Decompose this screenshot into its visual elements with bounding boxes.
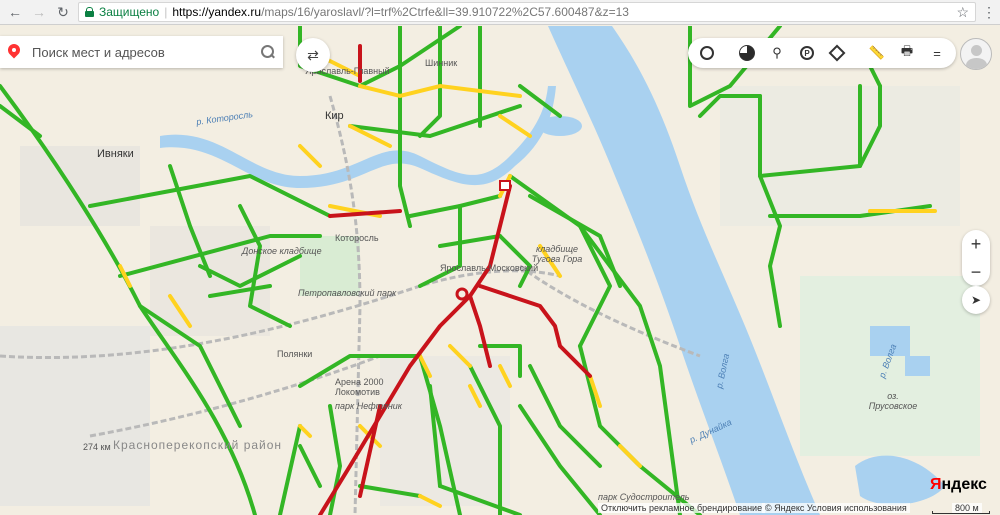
browser-toolbar: ← → ↻ Защищено | https://yandex.ru/maps/… [0, 0, 1000, 25]
urban-block [380, 356, 510, 506]
park-area [300, 236, 360, 296]
panorama-icon[interactable]: ⚲ [762, 38, 792, 68]
label-arena: Арена 2000 Локомотив [335, 377, 384, 397]
pond [905, 356, 930, 376]
map-footer: Отключить рекламное брендирование © Янде… [0, 502, 1000, 515]
menu-label: = [933, 45, 941, 61]
incident-icon [499, 180, 511, 191]
label-park-sudostroitel: парк Судостроитель [598, 492, 690, 502]
label-kotorosl-station: Которосль [335, 233, 379, 243]
address-bar[interactable]: Защищено | https://yandex.ru/maps/16/yar… [78, 2, 976, 22]
user-avatar[interactable] [960, 38, 992, 70]
bookmark-star-icon[interactable]: ☆ [956, 4, 969, 21]
clock-icon[interactable] [692, 38, 722, 68]
label-yaroslavl-moskovsky: Ярославль-Московский [440, 263, 539, 273]
search-input[interactable] [32, 44, 261, 60]
zoom-out-button[interactable]: − [971, 262, 982, 283]
search-box [0, 36, 283, 68]
forward-arrow-icon[interactable]: → [30, 3, 48, 21]
clock-face [700, 46, 714, 60]
url-separator: | [164, 5, 168, 19]
label-cemetery-tugova-gora: кладбище Тугова Гора [531, 244, 583, 264]
yandex-logo: Яндекс [930, 476, 987, 494]
ruler-icon[interactable]: 📏 [862, 38, 892, 68]
locate-button[interactable]: ➤ [962, 286, 990, 314]
scale-bar [932, 511, 990, 514]
label-petropavlovsky-park: Петропавловский парк [298, 288, 397, 298]
label-krasnoperekopsky: Красноперекопский район [113, 438, 283, 452]
ads-toggle-link[interactable]: Отключить рекламное брендирование [598, 503, 766, 513]
parking-icon[interactable]: P [792, 38, 822, 68]
print-icon[interactable]: 🖶 [892, 38, 922, 68]
traffic-layer-glyph [739, 45, 755, 61]
search-icon[interactable] [261, 45, 275, 59]
copyright-link[interactable]: © Яндекс Условия использования [762, 503, 910, 513]
url-path: /maps/16/yaroslavl/?l=trf%2Ctrfe&ll=39.9… [261, 5, 629, 19]
browser-menu-icon[interactable]: ⋮ [982, 5, 996, 19]
lock-icon [85, 7, 94, 17]
yandex-logo-rest: ндекс [941, 476, 987, 493]
lake [538, 116, 582, 136]
zoom-in-button[interactable]: + [971, 234, 982, 255]
zoom-control: + − [962, 230, 990, 286]
map-canvas[interactable]: Ивняки Шинник Кир Ярославль-Главный р. К… [0, 26, 1000, 515]
url-host: https://yandex.ru [172, 5, 262, 19]
locate-arrow-icon: ➤ [970, 293, 982, 307]
layers-glyph [828, 44, 846, 62]
yandex-logo-ya: Я [930, 476, 942, 493]
parking-label: P [800, 46, 814, 60]
label-ivnyaki: Ивняки [97, 148, 134, 160]
label-kirov: Кир [325, 110, 344, 122]
label-shinnik: Шинник [425, 58, 458, 68]
reload-icon[interactable]: ↻ [54, 3, 72, 21]
label-274-km: 274 км [83, 442, 111, 452]
menu-icon[interactable]: = [922, 38, 952, 68]
layers-icon[interactable] [822, 38, 852, 68]
url-text[interactable]: https://yandex.ru/maps/16/yaroslavl/?l=t… [172, 5, 629, 19]
back-arrow-icon[interactable]: ← [6, 3, 24, 21]
label-prusovskoe: оз. Прусовское [868, 391, 918, 411]
route-button[interactable]: ⇄ [296, 38, 330, 72]
map-toolbar: ⚲ P 📏 🖶 = [688, 38, 956, 68]
label-cemetery-donskoe: Донское кладбище [242, 246, 322, 256]
location-pin-icon [8, 44, 20, 60]
label-park-neftyanik: парк Нефтяник [335, 401, 403, 411]
label-polyanki: Полянки [277, 349, 313, 359]
route-icon: ⇄ [307, 46, 319, 63]
traffic-icon[interactable] [732, 38, 762, 68]
secure-label: Защищено [99, 5, 160, 19]
